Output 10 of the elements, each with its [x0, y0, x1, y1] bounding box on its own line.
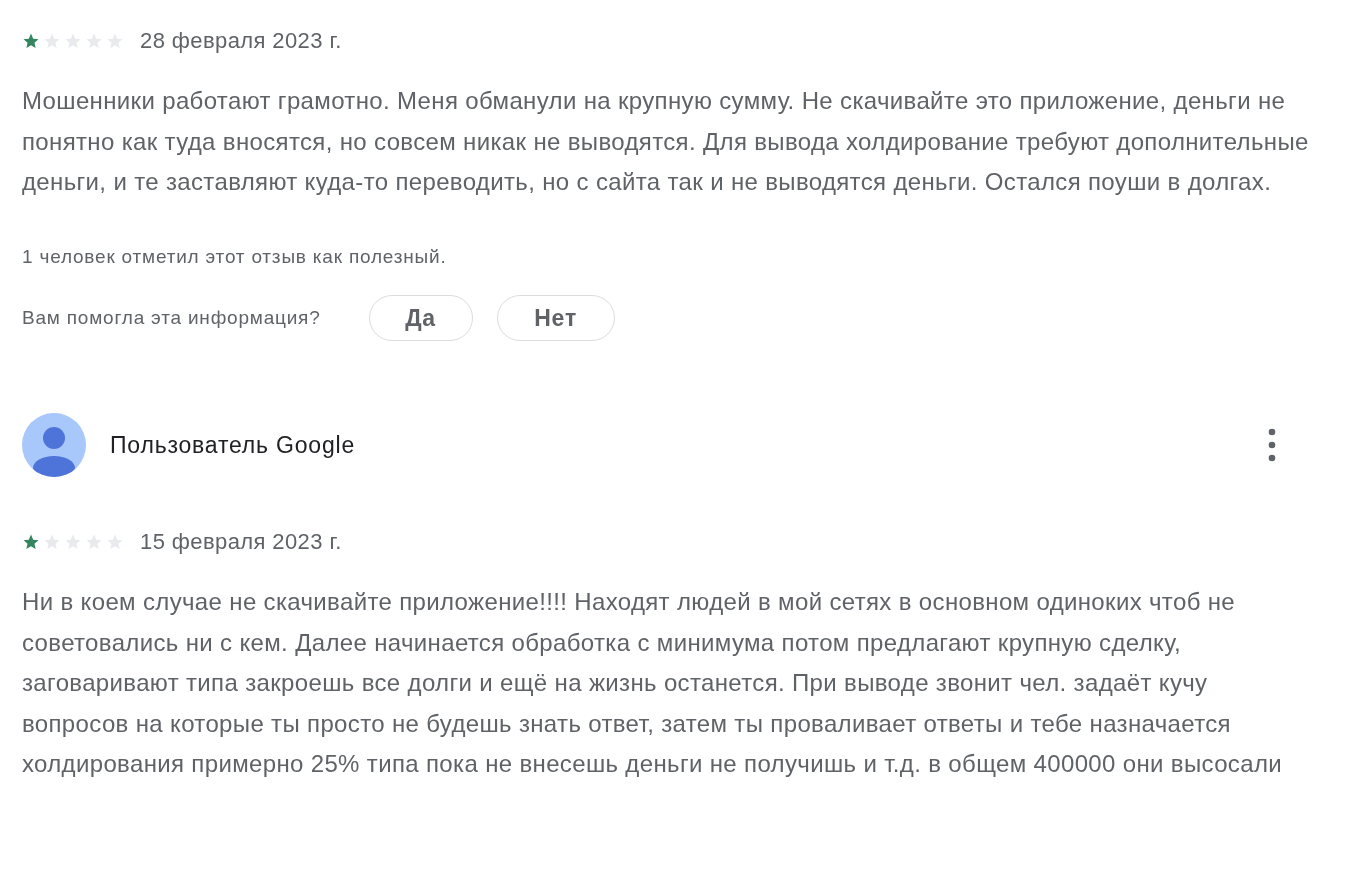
helpful-count: 1 человек отметил этот отзыв как полезный. — [22, 244, 448, 269]
vote-button[interactable]: Да — [368, 295, 473, 341]
more-vertical-icon — [1268, 428, 1276, 462]
review-date: 15 февраля 2023 г. — [140, 528, 342, 556]
review-date: 28 февраля 2023 г. — [140, 27, 342, 55]
review-text: Ни в коем случае не скачивайте приложение!!!! Находят людей в мой сетях в основном одиноких чтоб не советовались ни с кем. Далее начинается обработка с минимума потом предлагают крупную сделку, заговаривают типа закроешь все долги и ещё на жизнь останется. При выводе звонит чел. задаёт кучу вопросов на которые ты просто не будешь знать ответ, затем ты проваливает ответы и тебе назначается холдирования примерно 25% типа пока не внесешь деньги не получишь и т.д. в общем 400000 они высосали — [22, 587, 1283, 779]
vote-button[interactable]: Нет — [496, 295, 615, 341]
helpful-question: Вам помогла эта информация? — [22, 305, 321, 330]
review-text: Мошенники работают грамотно. Меня обманули на крупную сумму. Не скачивайте это приложение, деньги не понятно как туда вносятся, но совсем никак не выводятся. Для вывода холдирование требуют дополнительные деньги, и те заставляют куда-то переводить, но с сайта так и не выводятся деньги. Остался поуши в долгах. — [22, 86, 1310, 197]
author-name: Пользователь Google — [110, 430, 355, 460]
